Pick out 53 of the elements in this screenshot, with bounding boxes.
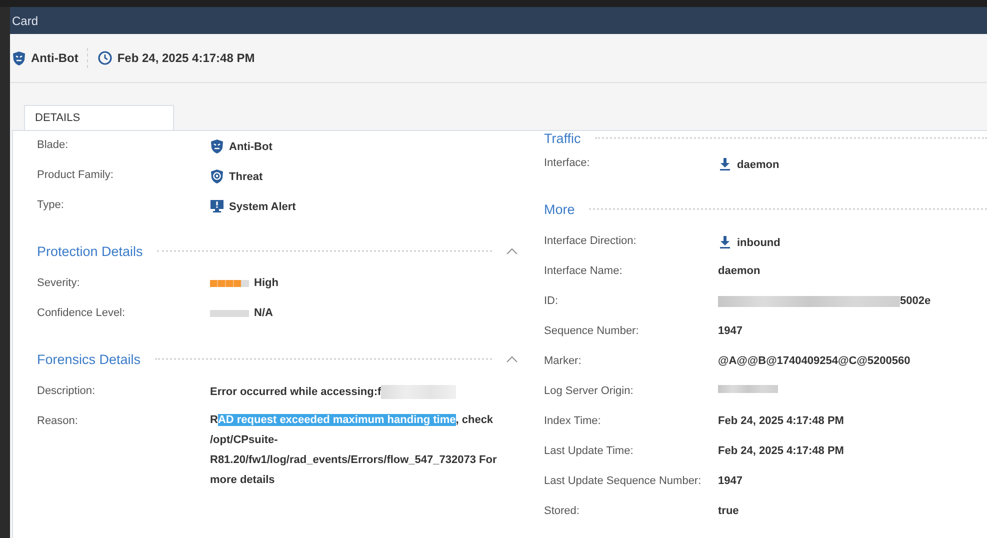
field-label: Confidence Level: (37, 306, 126, 319)
field-value: true (718, 505, 739, 517)
redacted-block (718, 385, 778, 393)
field-label: Type: (37, 198, 65, 211)
field-label: Interface Name: (544, 264, 624, 277)
section-title: Protection Details (37, 244, 143, 258)
shield-icon (210, 139, 224, 154)
monitor-alert-icon (210, 199, 224, 214)
field-label: Marker: (544, 354, 582, 367)
threat-shield-icon (210, 169, 224, 184)
field-label: Stored: (544, 504, 580, 517)
field-value: daemon (737, 158, 780, 170)
collapse-chevron-icon[interactable] (506, 247, 518, 255)
download-arrow-icon (718, 157, 732, 172)
reason-text: RAD request exceeded maximum handing time, check /opt/CPsuite-R81.20/fw1/log/rad_events/Errors/flow_547_732073 For more details (210, 413, 498, 488)
details-tab[interactable]: DETAILS (24, 105, 174, 130)
field-label: Last Update Time: (544, 444, 634, 457)
field-value: Threat (229, 170, 263, 182)
field-label: Severity: (37, 276, 81, 289)
field-label: Log Server Origin: (544, 384, 634, 397)
field-label: Interface: (544, 156, 591, 169)
field-label: Description: (37, 384, 96, 397)
section-title: More (544, 202, 575, 216)
download-arrow-icon (718, 235, 732, 250)
section-title: Traffic (544, 131, 581, 146)
field-value: daemon (718, 265, 760, 277)
field-value: @A@@B@1740409254@C@5200560 (718, 355, 910, 367)
collapse-chevron-icon[interactable] (506, 355, 518, 363)
field-label: Interface Direction: (544, 234, 638, 247)
field-value: High (254, 277, 278, 289)
field-value: Error occurred while accessing:f (210, 386, 382, 398)
field-label: ID: (544, 294, 560, 307)
field-label: Product Family: (37, 168, 114, 181)
section-title: Forensics Details (37, 352, 141, 366)
field-label: Reason: (37, 414, 79, 427)
field-value: Anti-Bot (229, 140, 272, 152)
field-value: N/A (254, 307, 273, 319)
field-value: Feb 24, 2025 4:17:48 PM (718, 415, 844, 427)
field-value: inbound (737, 236, 780, 248)
field-value: 5002e (900, 295, 931, 307)
field-value: Feb 24, 2025 4:17:48 PM (718, 445, 844, 457)
window-title: Card (12, 14, 38, 28)
field-value: System Alert (229, 200, 296, 212)
field-label: Last Update Sequence Number: (544, 474, 702, 487)
clock-icon (98, 51, 112, 65)
field-value: 1947 (718, 475, 742, 487)
field-label: Sequence Number: (544, 324, 640, 337)
blade-name: Anti-Bot (31, 51, 78, 65)
event-time: Feb 24, 2025 4:17:48 PM (117, 51, 255, 65)
level-meter (210, 310, 249, 316)
field-label: Index Time: (544, 414, 602, 427)
field-label: Blade: (37, 138, 70, 151)
field-value: 1947 (718, 325, 742, 337)
